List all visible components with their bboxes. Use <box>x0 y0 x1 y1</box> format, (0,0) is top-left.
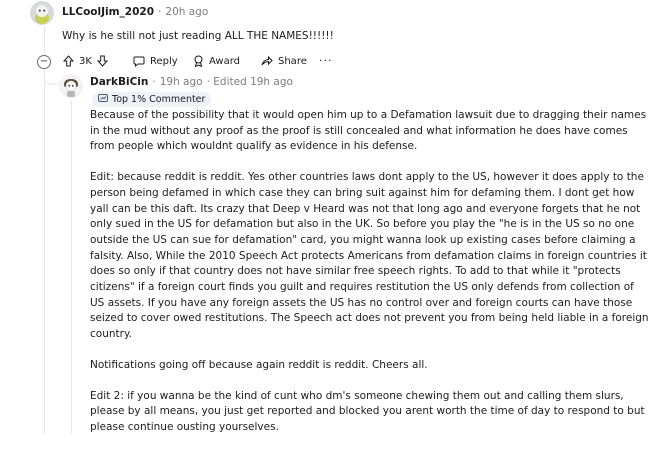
comment-timestamp[interactable]: 19h ago <box>160 76 203 88</box>
comment-header: LLCoolJim_2020 · 20h ago <box>62 6 208 18</box>
upvote-icon[interactable] <box>63 55 74 67</box>
meta-separator: · <box>152 76 156 88</box>
share-button[interactable]: Share <box>261 55 307 67</box>
comment-timestamp[interactable]: 20h ago <box>165 6 208 18</box>
share-icon <box>261 55 273 67</box>
comment-paragraph: Edit 2: if you wanna be the kind of cunt… <box>90 389 648 433</box>
thread-connector <box>44 70 60 85</box>
award-label: Award <box>209 55 241 67</box>
collapse-thread-button[interactable]: − <box>37 55 51 69</box>
reply-comment-body: Because of the possibility that it would… <box>90 108 650 451</box>
avatar[interactable] <box>59 74 83 98</box>
edited-label: · Edited 19h ago <box>206 76 293 88</box>
reply-comment-header: DarkBiCin · 19h ago · Edited 19h ago <box>90 76 293 88</box>
avatar[interactable] <box>30 1 54 25</box>
comment-paragraph: Notifications going off because again re… <box>90 358 428 371</box>
downvote-icon[interactable] <box>96 55 108 67</box>
reply-icon <box>133 55 145 67</box>
top-commenter-badge[interactable]: Top 1% Commenter <box>92 92 212 107</box>
share-label: Share <box>278 55 307 67</box>
vote-count: 3K <box>79 55 92 67</box>
snoo-avatar-icon <box>30 1 54 25</box>
vote-group: 3K <box>63 55 108 67</box>
award-button[interactable]: Award <box>193 55 240 67</box>
minus-icon: − <box>39 56 49 67</box>
snoo-avatar-icon <box>59 74 83 98</box>
comment-paragraph: Because of the possibility that it would… <box>90 109 650 153</box>
meta-separator: · <box>158 6 162 18</box>
comment-author[interactable]: DarkBiCin <box>90 76 148 88</box>
comment-body: Why is he still not just reading ALL THE… <box>62 30 334 42</box>
more-options-icon: ··· <box>319 54 333 67</box>
reply-button[interactable]: Reply <box>133 55 178 67</box>
comment-author[interactable]: LLCoolJim_2020 <box>62 6 154 18</box>
badge-label: Top 1% Commenter <box>112 94 206 105</box>
comment-paragraph: Edit: because reddit is reddit. Yes othe… <box>90 171 652 341</box>
more-options-button[interactable]: ··· <box>319 54 333 67</box>
reply-label: Reply <box>150 55 178 67</box>
badge-icon <box>98 93 108 106</box>
thread-line[interactable] <box>71 100 72 434</box>
award-icon <box>193 55 204 67</box>
